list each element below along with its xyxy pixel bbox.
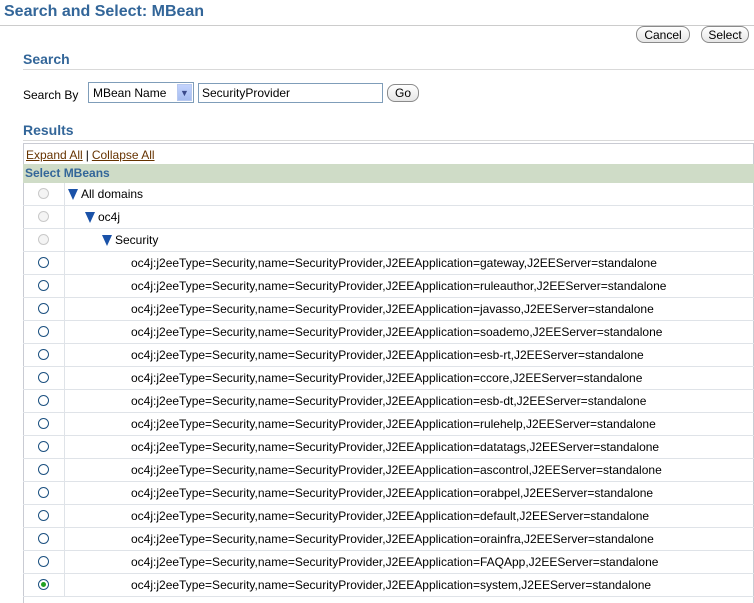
mbean-name: oc4j:j2eeType=Security,name=SecurityProv…: [131, 555, 659, 569]
page-title: Search and Select: MBean: [4, 3, 205, 20]
chevron-down-icon[interactable]: ▼: [177, 84, 192, 101]
mbean-name: oc4j:j2eeType=Security,name=SecurityProv…: [131, 302, 654, 316]
mbean-row: oc4j:j2eeType=Security,name=SecurityProv…: [23, 367, 754, 390]
select-cell: [23, 505, 65, 527]
mbean-row: oc4j:j2eeType=Security,name=SecurityProv…: [23, 574, 754, 597]
mbean-row: oc4j:j2eeType=Security,name=SecurityProv…: [23, 436, 754, 459]
radio-button-disabled: [38, 188, 49, 199]
select-cell: [23, 229, 65, 251]
mbean-name: oc4j:j2eeType=Security,name=SecurityProv…: [131, 256, 657, 270]
search-by-label: Search By: [23, 88, 79, 102]
select-cell: [23, 436, 65, 458]
mbean-name: oc4j:j2eeType=Security,name=SecurityProv…: [131, 578, 652, 592]
tree-node-label: All domains: [81, 187, 144, 201]
radio-button-disabled: [38, 211, 49, 222]
radio-button[interactable]: [38, 372, 49, 383]
mbean-name: oc4j:j2eeType=Security,name=SecurityProv…: [131, 325, 663, 339]
tree-node: oc4j: [85, 210, 120, 224]
mbean-row: oc4j:j2eeType=Security,name=SecurityProv…: [23, 505, 754, 528]
radio-button[interactable]: [38, 395, 49, 406]
mbean-name: oc4j:j2eeType=Security,name=SecurityProv…: [131, 417, 656, 431]
tree-node: Security: [102, 233, 158, 247]
mbean-name: oc4j:j2eeType=Security,name=SecurityProv…: [131, 440, 660, 454]
select-cell: [23, 367, 65, 389]
select-cell: [23, 275, 65, 297]
radio-button[interactable]: [38, 487, 49, 498]
mbean-row: oc4j:j2eeType=Security,name=SecurityProv…: [23, 551, 754, 574]
select-button[interactable]: Select: [701, 26, 749, 43]
radio-button[interactable]: [38, 349, 49, 360]
radio-button-disabled: [38, 234, 49, 245]
search-section-title: Search: [23, 51, 70, 67]
radio-button[interactable]: [38, 326, 49, 337]
select-mbeans-header: Select MBeans: [23, 164, 754, 183]
mbean-row: oc4j:j2eeType=Security,name=SecurityProv…: [23, 390, 754, 413]
search-by-select[interactable]: MBean Name ▼: [88, 82, 194, 103]
select-cell: [23, 459, 65, 481]
tree-folder-row: oc4j: [23, 206, 754, 229]
mbean-row: oc4j:j2eeType=Security,name=SecurityProv…: [23, 344, 754, 367]
radio-button-selected[interactable]: [38, 579, 49, 590]
cancel-button[interactable]: Cancel: [636, 26, 690, 43]
select-mbeans-header-label: Select MBeans: [25, 166, 110, 180]
select-cell: [23, 528, 65, 550]
mbean-row: oc4j:j2eeType=Security,name=SecurityProv…: [23, 413, 754, 436]
mbean-name: oc4j:j2eeType=Security,name=SecurityProv…: [131, 371, 643, 385]
mbean-row: oc4j:j2eeType=Security,name=SecurityProv…: [23, 275, 754, 298]
select-cell: [23, 321, 65, 343]
mbean-name: oc4j:j2eeType=Security,name=SecurityProv…: [131, 463, 662, 477]
link-separator: |: [85, 148, 89, 162]
mbean-row: oc4j:j2eeType=Security,name=SecurityProv…: [23, 252, 754, 275]
mbean-row: oc4j:j2eeType=Security,name=SecurityProv…: [23, 482, 754, 505]
radio-button[interactable]: [38, 510, 49, 521]
results-section-title: Results: [23, 122, 74, 138]
radio-button[interactable]: [38, 441, 49, 452]
tree-node-label: oc4j: [98, 210, 121, 224]
mbean-name: oc4j:j2eeType=Security,name=SecurityProv…: [131, 509, 650, 523]
radio-button[interactable]: [38, 257, 49, 268]
tree-folder-row: All domains: [23, 183, 754, 206]
select-cell: [23, 413, 65, 435]
mbean-row: oc4j:j2eeType=Security,name=SecurityProv…: [23, 298, 754, 321]
mbean-row: oc4j:j2eeType=Security,name=SecurityProv…: [23, 321, 754, 344]
tree-folder-row: Security: [23, 229, 754, 252]
mbean-name: oc4j:j2eeType=Security,name=SecurityProv…: [131, 279, 667, 293]
radio-button[interactable]: [38, 556, 49, 567]
mbean-name: oc4j:j2eeType=Security,name=SecurityProv…: [131, 348, 644, 362]
mbean-name: oc4j:j2eeType=Security,name=SecurityProv…: [131, 394, 647, 408]
radio-button[interactable]: [38, 280, 49, 291]
radio-button[interactable]: [38, 464, 49, 475]
select-cell: [23, 344, 65, 366]
radio-button[interactable]: [38, 533, 49, 544]
collapse-triangle-icon[interactable]: [85, 211, 95, 223]
mbean-name: oc4j:j2eeType=Security,name=SecurityProv…: [131, 532, 654, 546]
select-cell: [23, 206, 65, 228]
go-button[interactable]: Go: [387, 84, 419, 102]
select-cell: [23, 183, 65, 205]
select-cell: [23, 298, 65, 320]
expand-collapse-bar: Expand All | Collapse All: [23, 145, 754, 164]
tree-node: All domains: [68, 187, 143, 201]
select-cell: [23, 551, 65, 573]
collapse-all-link[interactable]: Collapse All: [92, 148, 155, 162]
select-cell: [23, 574, 65, 596]
radio-button[interactable]: [38, 303, 49, 314]
radio-button[interactable]: [38, 418, 49, 429]
search-by-value: MBean Name: [93, 86, 167, 100]
collapse-triangle-icon[interactable]: [102, 234, 112, 246]
search-input[interactable]: [198, 83, 383, 103]
results-section-divider: [23, 140, 754, 141]
select-cell: [23, 482, 65, 504]
mbean-row: oc4j:j2eeType=Security,name=SecurityProv…: [23, 459, 754, 482]
mbean-row: oc4j:j2eeType=Security,name=SecurityProv…: [23, 528, 754, 551]
select-cell: [23, 252, 65, 274]
expand-all-link[interactable]: Expand All: [26, 148, 83, 162]
select-cell: [23, 390, 65, 412]
tree-node-label: Security: [115, 233, 159, 247]
search-section-divider: [23, 69, 754, 70]
mbean-name: oc4j:j2eeType=Security,name=SecurityProv…: [131, 486, 654, 500]
collapse-triangle-icon[interactable]: [68, 188, 78, 200]
